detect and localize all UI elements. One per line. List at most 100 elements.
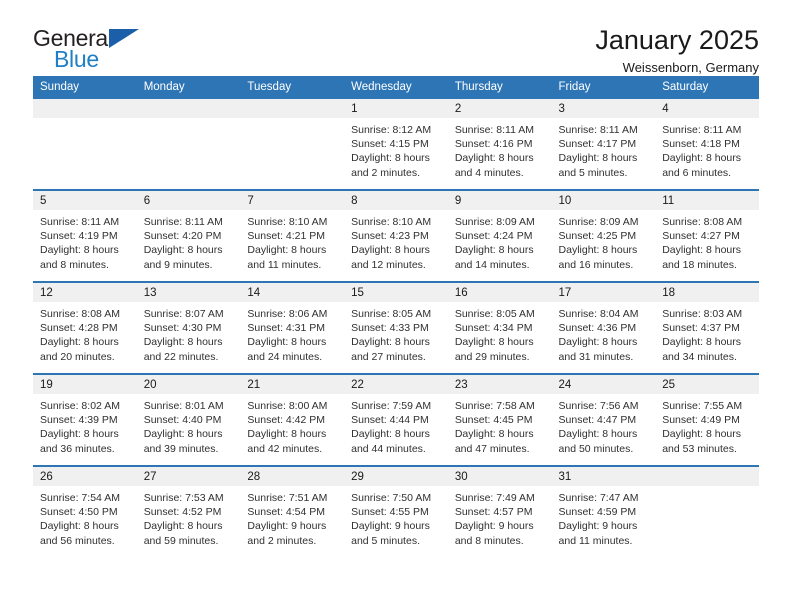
daylight-text-line2: and 18 minutes. xyxy=(662,258,737,271)
day-number: 3 xyxy=(551,99,656,118)
day-details: Sunrise: 8:00 AM Sunset: 4:42 PM Daylight:… xyxy=(240,394,344,456)
day-number: 18 xyxy=(655,283,759,302)
day-details: Sunrise: 8:01 AM Sunset: 4:40 PM Daylight:… xyxy=(137,394,241,456)
sunrise-text: Sunrise: 8:11 AM xyxy=(454,124,534,136)
sunset-text: Sunset: 4:21 PM xyxy=(247,230,326,243)
daylight-text-line1: Daylight: 8 hours xyxy=(40,336,119,349)
daylight-text-line1: Daylight: 8 hours xyxy=(143,428,223,441)
page-header: General Blue January 2025 Weissenborn, G… xyxy=(33,0,759,76)
calendar-day-cell[interactable]: 12 Sunrise: 8:08 AM Sunset: 4:28 PM Dayligh… xyxy=(33,281,137,374)
day-number: 8 xyxy=(344,191,448,210)
sunset-text: Sunset: 4:18 PM xyxy=(662,138,740,151)
sunset-text: Sunset: 4:42 PM xyxy=(247,414,326,427)
sunrise-text: Sunrise: 8:11 AM xyxy=(662,124,742,136)
calendar-day-cell[interactable]: 18 Sunrise: 8:03 AM Sunset: 4:37 PM Dayligh… xyxy=(655,281,759,374)
brand-name-blue: Blue xyxy=(54,46,99,72)
daylight-text-line1: Daylight: 8 hours xyxy=(143,244,223,257)
calendar-day-cell[interactable]: 29 Sunrise: 7:50 AM Sunset: 4:55 PM Dayligh… xyxy=(344,465,448,557)
calendar-day-cell[interactable]: 7 Sunrise: 8:10 AM Sunset: 4:21 PM Daylight… xyxy=(240,189,345,282)
day-number: 17 xyxy=(551,283,656,302)
daylight-text-line1: Daylight: 8 hours xyxy=(558,244,638,257)
day-details: Sunrise: 7:47 AM Sunset: 4:59 PM Daylight:… xyxy=(552,486,656,548)
daylight-text-line1: Daylight: 8 hours xyxy=(351,336,430,349)
calendar-day-cell[interactable]: 4 Sunrise: 8:11 AM Sunset: 4:18 PM Daylight… xyxy=(655,99,759,190)
day-number: 24 xyxy=(551,375,656,394)
calendar-day-cell[interactable]: 23 Sunrise: 7:58 AM Sunset: 4:45 PM Dayligh… xyxy=(447,373,552,466)
day-number: 16 xyxy=(447,283,552,302)
sunrise-text: Sunrise: 7:59 AM xyxy=(351,400,432,412)
day-details: Sunrise: 8:11 AM Sunset: 4:16 PM Daylight:… xyxy=(448,118,552,180)
calendar-day-cell[interactable]: 21 Sunrise: 8:00 AM Sunset: 4:42 PM Dayligh… xyxy=(240,373,345,466)
sunrise-text: Sunrise: 7:49 AM xyxy=(454,492,535,504)
sunrise-text: Sunrise: 8:04 AM xyxy=(558,308,639,320)
calendar-day-cell[interactable]: 3 Sunrise: 8:11 AM Sunset: 4:17 PM Daylight… xyxy=(551,99,656,190)
sunrise-text: Sunrise: 7:58 AM xyxy=(454,400,535,412)
calendar-day-cell[interactable]: 9 Sunrise: 8:09 AM Sunset: 4:24 PM Daylight… xyxy=(447,189,552,282)
day-details: Sunrise: 8:09 AM Sunset: 4:24 PM Daylight:… xyxy=(448,210,552,272)
calendar-day-cell[interactable]: 26 Sunrise: 7:54 AM Sunset: 4:50 PM Dayligh… xyxy=(33,465,137,557)
daylight-text-line2: and 11 minutes. xyxy=(558,534,633,547)
calendar-day-cell[interactable]: 28 Sunrise: 7:51 AM Sunset: 4:54 PM Dayligh… xyxy=(240,465,345,557)
daylight-text-line1: Daylight: 9 hours xyxy=(247,520,327,533)
weekday-header-friday: Friday xyxy=(551,76,656,99)
calendar-week-row: 1 Sunrise: 8:12 AM Sunset: 4:15 PM Daylight… xyxy=(33,99,759,190)
sunset-text: Sunset: 4:23 PM xyxy=(351,230,429,243)
calendar-day-cell[interactable]: 25 Sunrise: 7:55 AM Sunset: 4:49 PM Dayligh… xyxy=(655,373,759,466)
calendar-day-cell[interactable]: 6 Sunrise: 8:11 AM Sunset: 4:20 PM Daylight… xyxy=(136,189,241,282)
calendar-day-cell[interactable]: 30 Sunrise: 7:49 AM Sunset: 4:57 PM Dayligh… xyxy=(447,465,552,557)
calendar-day-cell[interactable]: 13 Sunrise: 8:07 AM Sunset: 4:30 PM Dayligh… xyxy=(136,281,241,374)
calendar-day-cell[interactable]: 24 Sunrise: 7:56 AM Sunset: 4:47 PM Dayligh… xyxy=(551,373,656,466)
day-details: Sunrise: 7:51 AM Sunset: 4:54 PM Daylight:… xyxy=(240,486,344,548)
day-number: 9 xyxy=(447,191,552,210)
sunrise-text: Sunrise: 7:54 AM xyxy=(40,492,120,504)
day-number: 4 xyxy=(655,99,759,118)
calendar-page: General Blue January 2025 Weissenborn, G… xyxy=(0,0,792,612)
sunrise-text: Sunrise: 8:11 AM xyxy=(143,216,223,228)
daylight-text-line2: and 11 minutes. xyxy=(247,258,322,271)
sunrise-text: Sunrise: 8:08 AM xyxy=(40,308,120,320)
sunset-text: Sunset: 4:55 PM xyxy=(351,506,429,519)
calendar-day-cell[interactable]: 20 Sunrise: 8:01 AM Sunset: 4:40 PM Dayligh… xyxy=(136,373,241,466)
calendar-day-cell[interactable]: 31 Sunrise: 7:47 AM Sunset: 4:59 PM Dayligh… xyxy=(551,465,656,557)
sunset-text: Sunset: 4:24 PM xyxy=(454,230,533,243)
daylight-text-line2: and 14 minutes. xyxy=(454,258,530,271)
calendar-day-cell[interactable]: 5 Sunrise: 8:11 AM Sunset: 4:19 PM Daylight… xyxy=(33,189,137,282)
daylight-text-line2: and 36 minutes. xyxy=(40,442,115,455)
daylight-text-line2: and 22 minutes. xyxy=(143,350,219,363)
daylight-text-line1: Daylight: 8 hours xyxy=(662,244,742,257)
calendar-day-cell[interactable]: 19 Sunrise: 8:02 AM Sunset: 4:39 PM Dayligh… xyxy=(33,373,137,466)
weekday-header-tuesday: Tuesday xyxy=(240,76,345,99)
daylight-text-line1: Daylight: 8 hours xyxy=(247,336,327,349)
daylight-text-line1: Daylight: 8 hours xyxy=(454,336,534,349)
daylight-text-line1: Daylight: 8 hours xyxy=(247,244,327,257)
calendar-day-cell[interactable]: 15 Sunrise: 8:05 AM Sunset: 4:33 PM Dayligh… xyxy=(344,281,448,374)
day-number: 14 xyxy=(240,283,345,302)
sunset-text: Sunset: 4:33 PM xyxy=(351,322,429,335)
brand-logo[interactable]: General Blue xyxy=(33,26,145,76)
sunrise-text: Sunrise: 8:12 AM xyxy=(351,124,432,136)
calendar-day-cell[interactable]: 17 Sunrise: 8:04 AM Sunset: 4:36 PM Dayligh… xyxy=(551,281,656,374)
day-details: Sunrise: 8:05 AM Sunset: 4:33 PM Daylight:… xyxy=(344,302,448,364)
weekday-header-sunday: Sunday xyxy=(33,76,137,99)
daylight-text-line1: Daylight: 8 hours xyxy=(351,152,430,165)
day-details: Sunrise: 8:12 AM Sunset: 4:15 PM Daylight:… xyxy=(344,118,448,180)
page-title: January 2025 xyxy=(595,25,759,55)
calendar-day-cell[interactable]: 27 Sunrise: 7:53 AM Sunset: 4:52 PM Dayligh… xyxy=(136,465,241,557)
sunrise-text: Sunrise: 8:02 AM xyxy=(40,400,120,412)
calendar-day-cell[interactable]: 10 Sunrise: 8:09 AM Sunset: 4:25 PM Dayligh… xyxy=(551,189,656,282)
sunset-text: Sunset: 4:57 PM xyxy=(454,506,533,519)
calendar-week-row: 26 Sunrise: 7:54 AM Sunset: 4:50 PM Dayligh… xyxy=(33,465,759,557)
day-details: Sunrise: 8:05 AM Sunset: 4:34 PM Daylight:… xyxy=(448,302,552,364)
sunset-text: Sunset: 4:15 PM xyxy=(351,138,429,151)
sunrise-text: Sunrise: 7:56 AM xyxy=(558,400,639,412)
day-number: 12 xyxy=(33,283,137,302)
calendar-day-cell[interactable]: 8 Sunrise: 8:10 AM Sunset: 4:23 PM Daylight… xyxy=(344,189,448,282)
calendar-day-cell[interactable]: 16 Sunrise: 8:05 AM Sunset: 4:34 PM Dayligh… xyxy=(447,281,552,374)
calendar-day-cell[interactable]: 22 Sunrise: 7:59 AM Sunset: 4:44 PM Dayligh… xyxy=(344,373,448,466)
calendar-day-cell[interactable]: 1 Sunrise: 8:12 AM Sunset: 4:15 PM Daylight… xyxy=(344,99,448,190)
calendar-day-cell[interactable]: 14 Sunrise: 8:06 AM Sunset: 4:31 PM Dayligh… xyxy=(240,281,345,374)
calendar-table: Sunday Monday Tuesday Wednesday Thursday Frid… xyxy=(33,76,759,557)
day-number: 31 xyxy=(551,467,656,486)
calendar-day-cell[interactable]: 11 Sunrise: 8:08 AM Sunset: 4:27 PM Dayligh… xyxy=(655,189,759,282)
calendar-day-cell[interactable]: 2 Sunrise: 8:11 AM Sunset: 4:16 PM Daylight… xyxy=(447,99,552,190)
